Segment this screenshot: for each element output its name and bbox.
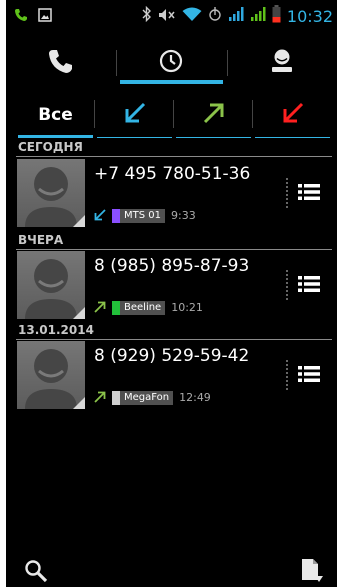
section-header-yesterday: ВЧЕРА [16,232,332,250]
tab-contacts[interactable] [227,38,337,88]
filter-missed[interactable] [253,92,332,138]
divider-dotted [286,360,288,392]
avatar-corner [73,215,85,227]
sim-label: MegaFon [124,392,170,403]
filter-all-label: Все [38,105,73,125]
avatar [17,341,85,409]
missed-arrow-icon [281,101,305,129]
call-options-button[interactable] [286,176,332,212]
filter-incoming[interactable] [95,92,174,138]
search-icon[interactable] [24,559,48,587]
contact-icon [269,48,295,78]
sim-label: MTS 01 [124,210,161,221]
sim-badge: Beeline [112,300,166,315]
filter-underline [97,137,172,138]
phone-number: +7 495 780-51-36 [94,164,251,184]
call-time: 10:21 [171,301,203,314]
phone-icon [48,48,74,78]
clock-icon [158,48,184,78]
avatar [17,251,85,319]
call-filter-tabs: Все [16,92,332,138]
signal-icon [250,6,266,26]
filter-underline [18,135,93,138]
avatar-corner [73,397,85,409]
divider-dotted [286,178,288,210]
phone-screen: 10:32 Все СЕГОДНЯ +7 495 780-51-36 MTS 0… [6,0,337,587]
wifi-icon [182,6,202,26]
sim-badge: MTS 01 [112,208,165,223]
phone-call-icon [14,7,28,26]
sim-color-flag [112,300,120,315]
bottom-action-bar [6,555,337,587]
dialpad-doc-icon[interactable] [300,558,324,587]
list-menu-icon [298,183,320,205]
call-time: 12:49 [179,391,211,404]
call-time: 9:33 [171,209,196,222]
sim-color-flag [112,390,120,405]
call-meta: MegaFon 12:49 [94,388,211,407]
outgoing-call-icon [94,388,106,407]
call-log-row[interactable]: +7 495 780-51-36 MTS 01 9:33 [16,158,332,230]
divider-dotted [286,270,288,302]
filter-underline [255,137,330,138]
list-menu-icon [298,275,320,297]
list-menu-icon [298,365,320,387]
status-clock: 10:32 [286,6,333,26]
call-meta: Beeline 10:21 [94,298,203,317]
incoming-call-icon [94,206,106,225]
incoming-arrow-icon [123,101,147,129]
signal-icon [228,6,244,26]
section-header-today: СЕГОДНЯ [16,139,332,157]
usb-icon [208,6,222,26]
phone-number: 8 (929) 529-59-42 [94,346,250,366]
call-log-row[interactable]: 8 (929) 529-59-42 MegaFon 12:49 [16,340,332,412]
tab-call-log[interactable] [116,38,226,88]
call-options-button[interactable] [286,268,332,304]
section-header-date: 13.01.2014 [16,322,332,340]
sim-label: Beeline [124,302,162,313]
battery-icon [272,5,281,27]
sim-color-flag [112,208,120,223]
status-bar: 10:32 [6,0,337,32]
avatar [17,159,85,227]
filter-all[interactable]: Все [16,92,95,138]
mute-icon [158,7,176,26]
sim-badge: MegaFon [112,390,174,405]
filter-underline [176,137,251,138]
phone-number: 8 (985) 895-87-93 [94,256,250,276]
avatar-corner [73,307,85,319]
tab-phone[interactable] [6,38,116,88]
bluetooth-icon [142,5,152,26]
main-tabs [6,38,337,88]
call-log-row[interactable]: 8 (985) 895-87-93 Beeline 10:21 [16,250,332,322]
call-options-button[interactable] [286,358,332,394]
outgoing-arrow-icon [202,101,226,129]
filter-outgoing[interactable] [174,92,253,138]
outgoing-call-icon [94,298,106,317]
image-icon [38,7,52,26]
call-meta: MTS 01 9:33 [94,206,196,225]
